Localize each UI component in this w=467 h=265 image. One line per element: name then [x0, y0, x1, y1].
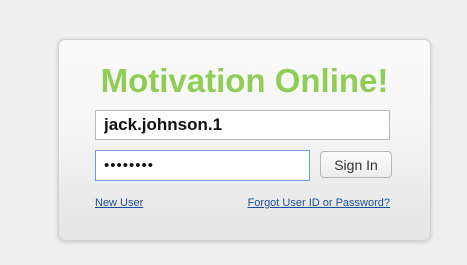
password-input[interactable]: [95, 150, 310, 181]
app-title: Motivation Online!: [100, 62, 389, 99]
login-card: Motivation Online! Sign In New User Forg…: [58, 39, 431, 241]
new-user-link[interactable]: New User: [95, 197, 143, 209]
username-input[interactable]: [95, 110, 390, 140]
sign-in-button[interactable]: Sign In: [320, 151, 392, 178]
forgot-credentials-link[interactable]: Forgot User ID or Password?: [248, 197, 390, 209]
